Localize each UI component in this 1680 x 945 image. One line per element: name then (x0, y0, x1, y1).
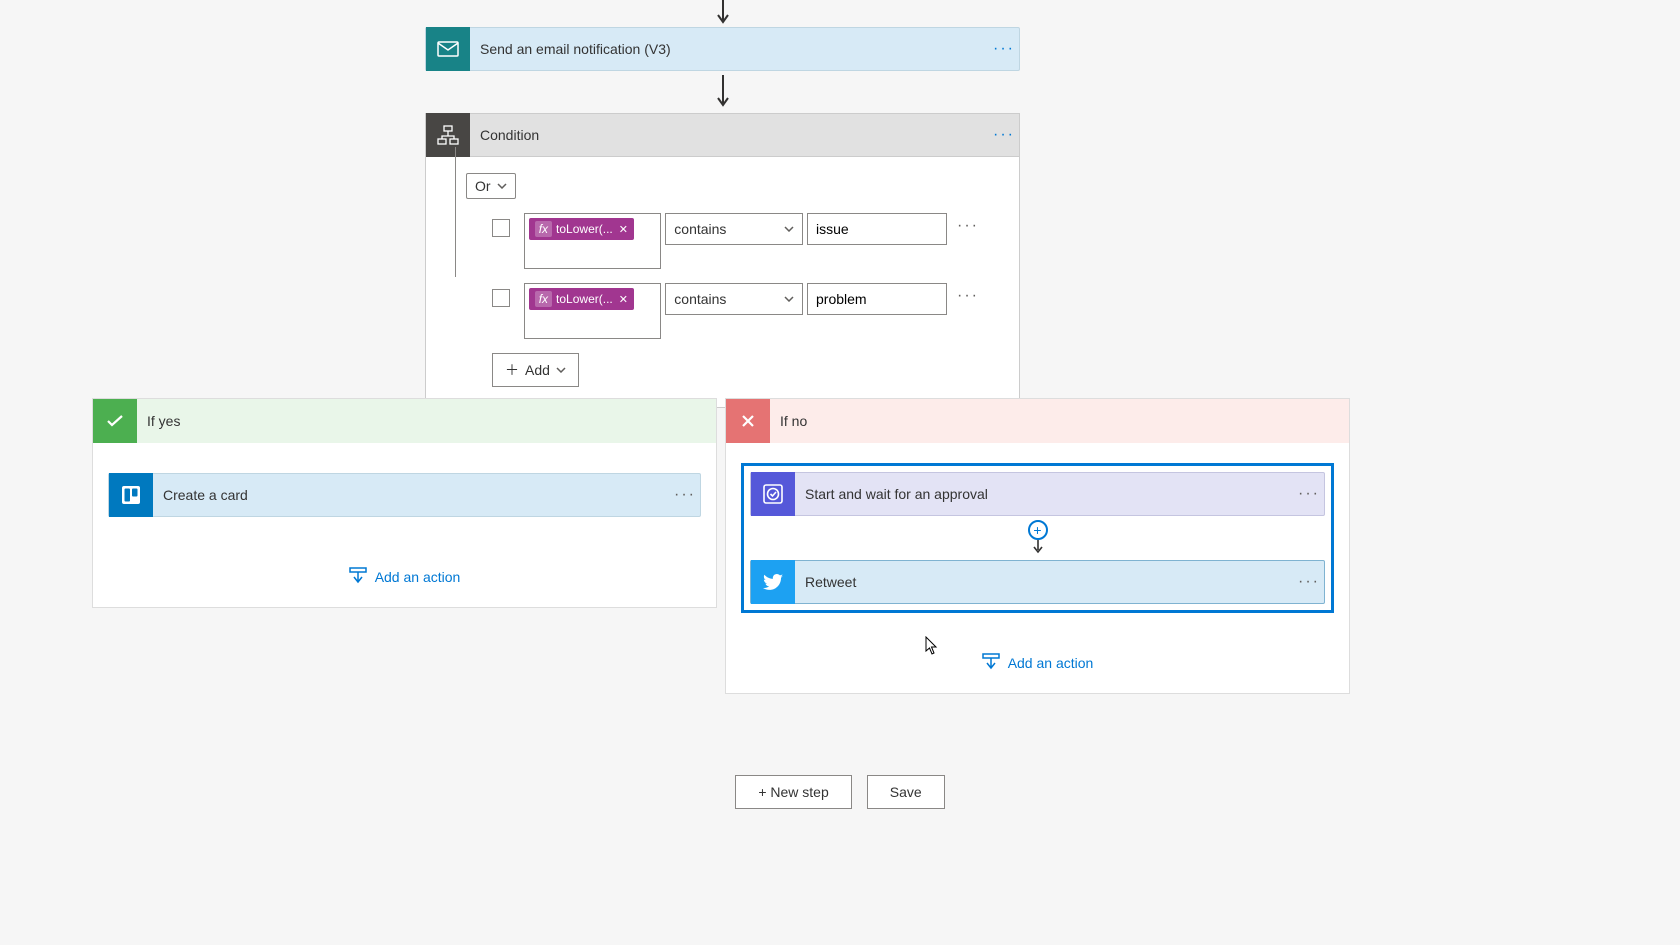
condition-icon (426, 113, 470, 157)
condition-value-input[interactable] (807, 283, 947, 315)
save-button[interactable]: Save (867, 775, 945, 809)
branch-header[interactable]: If no (726, 399, 1349, 443)
step-more-menu[interactable]: ··· (989, 40, 1019, 58)
close-icon (726, 399, 770, 443)
step-more-menu[interactable]: ··· (989, 126, 1019, 144)
row-checkbox[interactable] (492, 289, 510, 307)
trello-icon (109, 473, 153, 517)
step-start-approval[interactable]: Start and wait for an approval ··· (750, 472, 1325, 516)
row-checkbox[interactable] (492, 219, 510, 237)
expression-token[interactable]: fxtoLower(...✕ (529, 288, 634, 310)
cursor-icon (925, 636, 939, 656)
row-more-menu[interactable]: ··· (957, 283, 979, 305)
step-title: Create a card (153, 487, 670, 503)
chevron-down-icon (556, 367, 566, 373)
flow-connector-arrow (425, 0, 1020, 26)
branch-title: If no (770, 413, 807, 429)
step-more-menu[interactable]: ··· (670, 486, 700, 504)
flow-connector-arrow (425, 75, 1020, 109)
expression-token[interactable]: fxtoLower(...✕ (529, 218, 634, 240)
step-title: Condition (470, 127, 989, 143)
branch-if-no: If no Start and wait for an approval ···… (725, 398, 1350, 694)
new-step-button[interactable]: + New step (735, 775, 851, 809)
operator-label: Or (475, 178, 491, 194)
condition-left-operand[interactable]: fxtoLower(...✕ (524, 213, 662, 269)
step-email-notification[interactable]: Send an email notification (V3) ··· (425, 27, 1020, 71)
plus-icon: + (1028, 520, 1048, 540)
chevron-down-icon (784, 296, 794, 302)
step-title: Send an email notification (V3) (470, 41, 989, 57)
add-action-button[interactable]: Add an action (108, 567, 701, 587)
twitter-icon (751, 560, 795, 604)
step-title: Retweet (795, 574, 1294, 590)
insert-step-marker[interactable]: + (750, 520, 1325, 554)
remove-token-icon[interactable]: ✕ (619, 293, 628, 306)
plus-icon: ＋ (505, 360, 519, 380)
step-create-card[interactable]: Create a card ··· (108, 473, 701, 517)
add-action-button[interactable]: Add an action (741, 653, 1334, 673)
branch-title: If yes (137, 413, 180, 429)
condition-left-operand[interactable]: fxtoLower(...✕ (524, 283, 662, 339)
step-more-menu[interactable]: ··· (1294, 485, 1324, 503)
step-condition[interactable]: Condition ··· Or fxtoLower(...✕ contains (425, 113, 1020, 408)
fx-icon: fx (535, 221, 552, 237)
branch-if-yes: If yes Create a card ··· Add an action (92, 398, 717, 608)
fx-icon: fx (535, 291, 552, 307)
check-icon (93, 399, 137, 443)
condition-operator-select[interactable]: contains (665, 283, 803, 315)
condition-operator-select[interactable]: contains (665, 213, 803, 245)
mail-icon (426, 27, 470, 71)
selection-highlight: Start and wait for an approval ··· + Ret… (741, 463, 1334, 613)
add-action-icon (349, 567, 367, 587)
arrow-down-icon (1032, 540, 1044, 554)
approval-icon (751, 472, 795, 516)
step-more-menu[interactable]: ··· (1294, 573, 1324, 591)
step-title: Start and wait for an approval (795, 486, 1294, 502)
condition-operator-dropdown[interactable]: Or (466, 173, 516, 199)
add-condition-row-button[interactable]: ＋ Add (492, 353, 579, 387)
chevron-down-icon (784, 226, 794, 232)
branch-header[interactable]: If yes (93, 399, 716, 443)
step-retweet[interactable]: Retweet ··· (750, 560, 1325, 604)
add-action-icon (982, 653, 1000, 673)
remove-token-icon[interactable]: ✕ (619, 223, 628, 236)
condition-value-input[interactable] (807, 213, 947, 245)
row-more-menu[interactable]: ··· (957, 213, 979, 235)
